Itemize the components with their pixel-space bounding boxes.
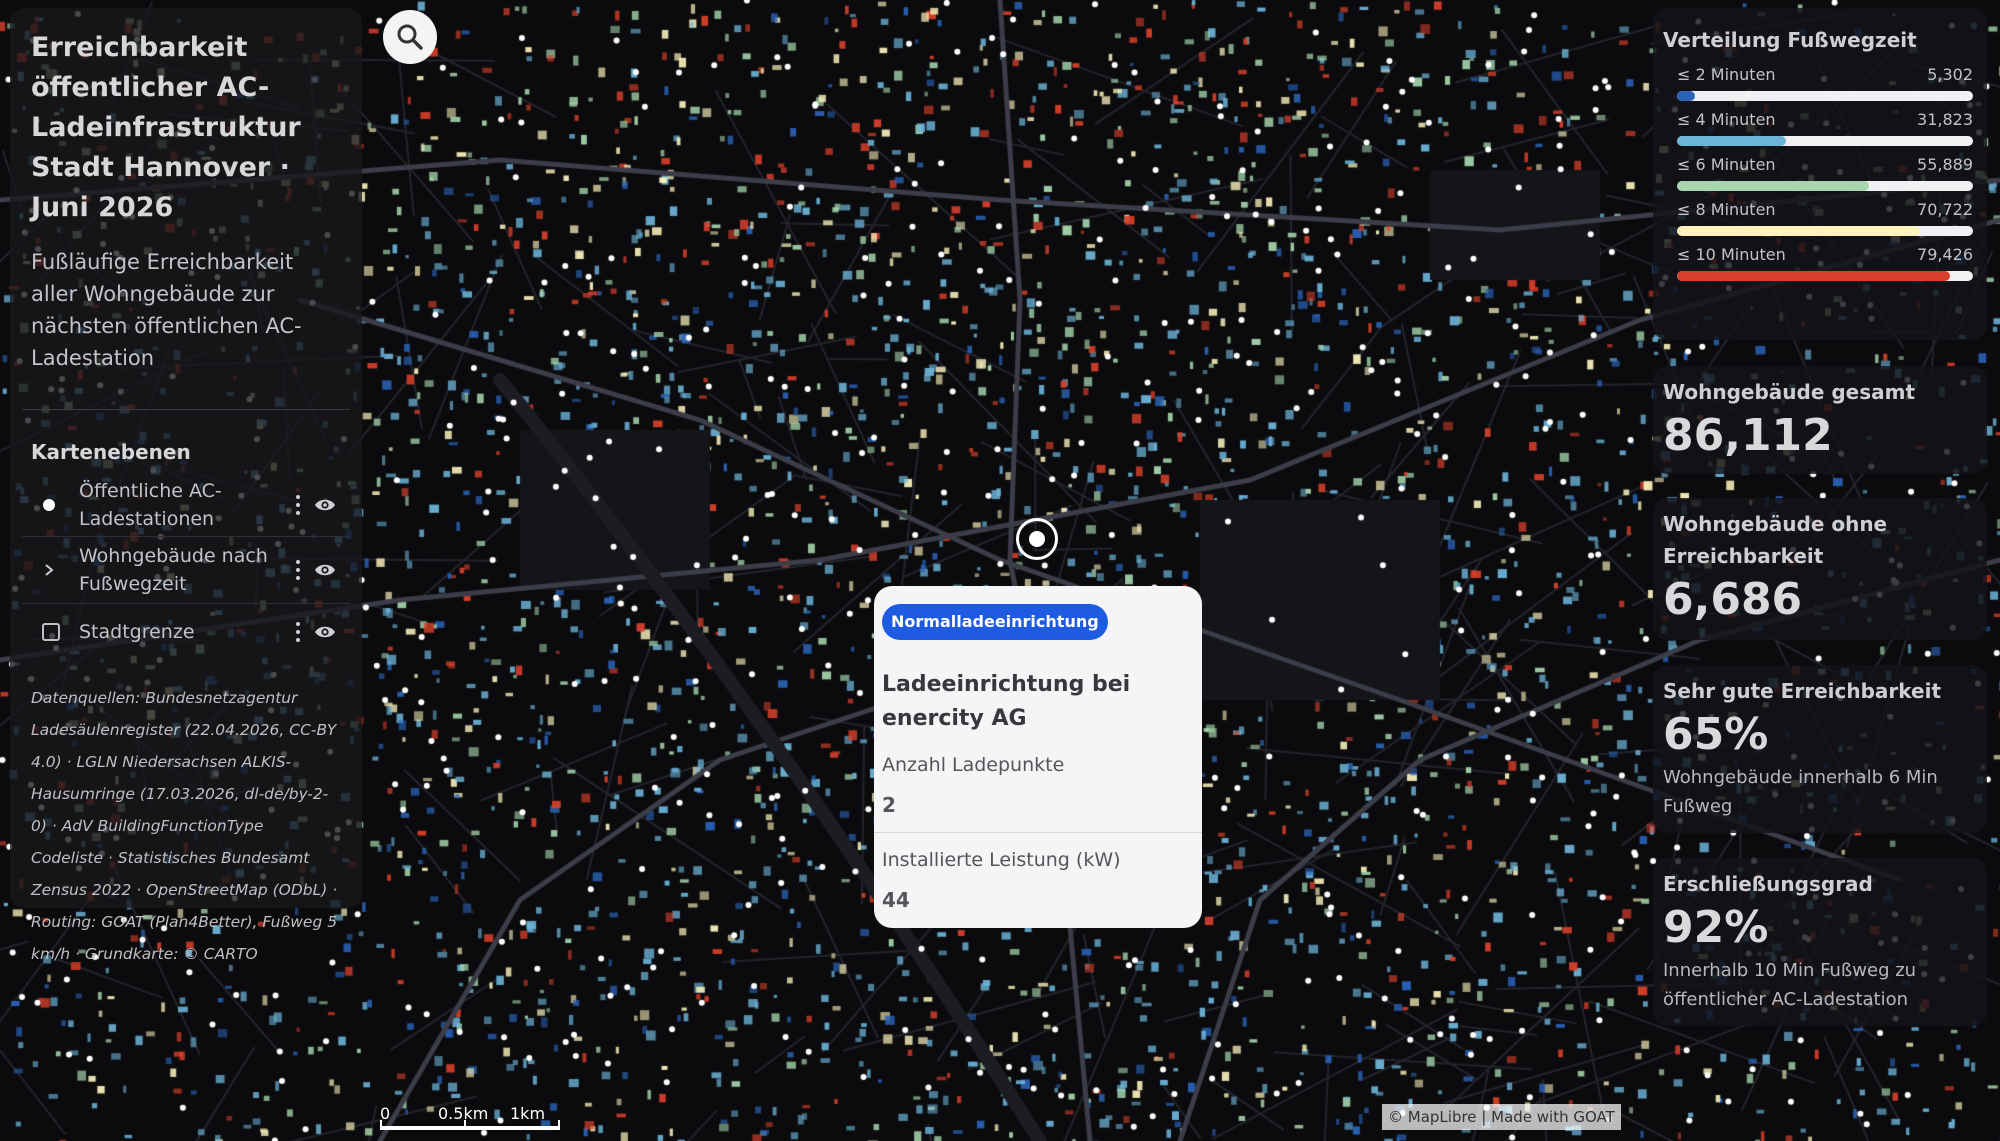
layer-row-wohngebaeude[interactable]: Wohngebäude nach Fußwegzeit — [22, 537, 350, 604]
search-button[interactable] — [383, 10, 437, 64]
scale-tick — [558, 1120, 560, 1130]
field-value: 44 — [882, 888, 910, 912]
scale-bar: 0 0.5km 1km — [380, 1104, 560, 1134]
distribution-row: ≤ 8 Minuten 70,722 — [1663, 200, 1973, 236]
scale-tick — [464, 1120, 466, 1130]
search-icon — [397, 24, 423, 50]
field-label: Anzahl Ladepunkte — [882, 754, 1065, 776]
map-attribution[interactable]: © MapLibre | Made with GOAT — [1382, 1104, 1621, 1130]
distribution-bar-fill — [1677, 91, 1696, 101]
eye-icon[interactable] — [314, 624, 336, 640]
popup-title: Ladeeinrichtung bei enercity AG — [882, 672, 1131, 731]
page-title: Erreichbarkeit öffentlicher AC-Ladeinfra… — [31, 32, 301, 223]
row-value: 31,823 — [1917, 110, 1973, 129]
eye-icon[interactable] — [314, 562, 336, 578]
row-value: 55,889 — [1917, 155, 1973, 174]
divider — [22, 409, 350, 410]
row-value: 79,426 — [1917, 245, 1973, 264]
scale-label: 1km — [510, 1104, 546, 1123]
distribution-bar-fill — [1677, 271, 1951, 281]
scale-tick — [380, 1120, 382, 1130]
stat-title: Wohngebäude gesamt — [1663, 380, 1916, 404]
selected-station-marker[interactable] — [1016, 518, 1058, 560]
stat-card-very-good: Sehr gute Erreichbarkeit 65% Wohngebäude… — [1653, 665, 1987, 833]
distribution-bar — [1677, 91, 1973, 101]
stat-title: Sehr gute Erreichbarkeit — [1663, 679, 1941, 703]
distribution-bar-fill — [1677, 181, 1870, 191]
chevron-right-icon[interactable] — [43, 564, 55, 576]
stat-card-coverage: Erschließungsgrad 92% Innerhalb 10 Min F… — [1653, 858, 1987, 1026]
layers-heading: Kartenebenen — [31, 440, 191, 464]
layer-label: Stadtgrenze — [79, 621, 195, 643]
field-value: 2 — [882, 793, 896, 817]
stat-card-total: Wohngebäude gesamt 86,112 — [1653, 366, 1987, 474]
station-popup[interactable]: Normalladeeinrichtung Ladeeinrichtung be… — [874, 586, 1202, 928]
stat-value: 92% — [1663, 902, 1769, 953]
row-label: ≤ 6 Minuten — [1677, 155, 1776, 174]
distribution-row: ≤ 4 Minuten 31,823 — [1663, 110, 1973, 146]
eye-icon[interactable] — [314, 497, 336, 513]
stat-value: 86,112 — [1663, 410, 1833, 461]
distribution-row: ≤ 10 Minuten 79,426 — [1663, 245, 1973, 281]
row-label: ≤ 4 Minuten — [1677, 110, 1776, 129]
row-label: ≤ 10 Minuten — [1677, 245, 1786, 264]
distribution-bar — [1677, 181, 1973, 191]
row-value: 5,302 — [1927, 65, 1973, 84]
distribution-bar — [1677, 136, 1973, 146]
distribution-bar — [1677, 271, 1973, 281]
distribution-title: Verteilung Fußwegzeit — [1663, 28, 1917, 52]
row-value: 70,722 — [1917, 200, 1973, 219]
white-dot-icon — [43, 499, 55, 511]
distribution-row: ≤ 6 Minuten 55,889 — [1663, 155, 1973, 191]
scale-line — [380, 1126, 560, 1130]
more-options-icon[interactable] — [296, 622, 300, 642]
divider — [874, 832, 1202, 833]
more-options-icon[interactable] — [296, 495, 300, 515]
row-label: ≤ 8 Minuten — [1677, 200, 1776, 219]
layer-row-ladestationen[interactable]: Öffentliche AC-Ladestationen — [22, 474, 350, 537]
stat-description: Innerhalb 10 Min Fußweg zu öffentlicher … — [1663, 960, 1917, 1010]
distribution-card: Verteilung Fußwegzeit ≤ 2 Minuten 5,302 ≤… — [1653, 8, 1987, 340]
station-dot-icon — [1029, 531, 1045, 547]
distribution-bar-fill — [1677, 226, 1921, 236]
distribution-bar-fill — [1677, 136, 1787, 146]
row-label: ≤ 2 Minuten — [1677, 65, 1776, 84]
stat-description: Wohngebäude innerhalb 6 Min Fußweg — [1663, 767, 1938, 817]
stat-value: 6,686 — [1663, 574, 1803, 625]
distribution-bar — [1677, 226, 1973, 236]
stat-title: Wohngebäude ohne Erreichbarkeit — [1663, 512, 1888, 568]
stat-card-no-access: Wohngebäude ohne Erreichbarkeit 6,686 — [1653, 498, 1987, 640]
field-label: Installierte Leistung (kW) — [882, 849, 1121, 871]
checkbox-icon[interactable] — [42, 623, 60, 641]
layer-label: Wohngebäude nach Fußwegzeit — [79, 545, 268, 595]
stat-value: 65% — [1663, 709, 1769, 760]
stat-title: Erschließungsgrad — [1663, 872, 1873, 896]
more-options-icon[interactable] — [296, 560, 300, 580]
layer-label: Öffentliche AC-Ladestationen — [79, 480, 222, 530]
page-subtitle: Fußläufige Erreichbarkeit aller Wohngebä… — [31, 250, 302, 370]
layer-row-stadtgrenze[interactable]: Stadtgrenze — [22, 604, 350, 660]
data-sources: Datenquellen: Bundesnetzagentur Ladesäul… — [31, 689, 338, 963]
distribution-row: ≤ 2 Minuten 5,302 — [1663, 65, 1973, 101]
left-panel: Erreichbarkeit öffentlicher AC-Ladeinfra… — [10, 8, 362, 963]
station-type-badge: Normalladeeinrichtung — [882, 604, 1108, 640]
